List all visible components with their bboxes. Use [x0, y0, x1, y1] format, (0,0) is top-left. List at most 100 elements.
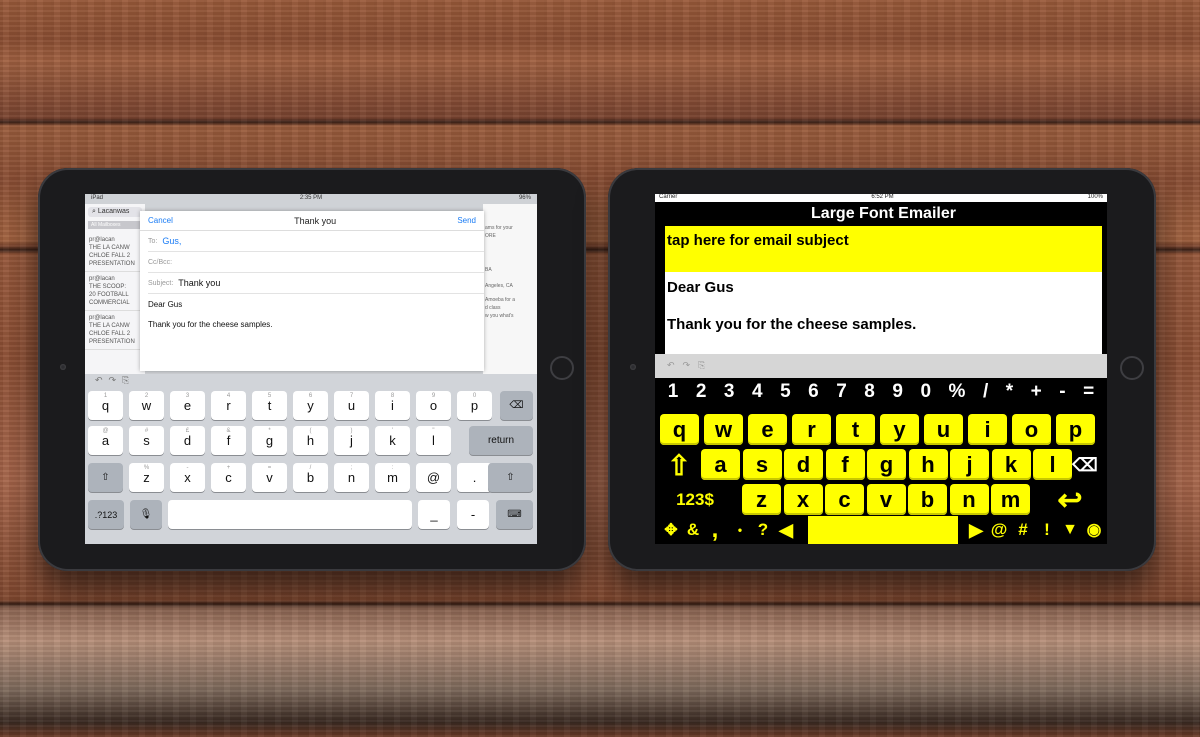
home-button[interactable]: [1120, 356, 1144, 380]
key-k[interactable]: ' k: [375, 426, 410, 455]
space-bar[interactable]: [168, 500, 412, 529]
number-key[interactable]: +: [1031, 381, 1042, 403]
key-u[interactable]: u: [924, 414, 963, 445]
key-a[interactable]: @ a: [88, 426, 123, 455]
key-f[interactable]: f: [825, 449, 865, 480]
key-p[interactable]: p: [1056, 414, 1095, 445]
key-c[interactable]: c: [825, 484, 864, 515]
key-k[interactable]: k: [991, 449, 1031, 480]
number-key[interactable]: 8: [864, 381, 875, 403]
subject-field[interactable]: tap here for email subject: [665, 226, 1102, 272]
key-s[interactable]: # s: [129, 426, 164, 455]
number-key[interactable]: 3: [724, 381, 735, 403]
to-field[interactable]: To: Gus,: [148, 231, 484, 252]
number-key[interactable]: *: [1006, 381, 1013, 403]
key-o[interactable]: 9o: [416, 391, 451, 420]
key-c[interactable]: + c: [211, 463, 246, 492]
delete-key[interactable]: ⌫: [500, 391, 533, 420]
key-y[interactable]: 6y: [293, 391, 328, 420]
to-recipient[interactable]: Gus,: [162, 236, 181, 246]
cursor-left-icon[interactable]: ◀: [775, 516, 797, 544]
redo-icon[interactable]: ↷: [683, 360, 691, 372]
key-e[interactable]: e: [748, 414, 787, 445]
key-b[interactable]: / b: [293, 463, 328, 492]
period-key[interactable]: •: [730, 516, 750, 544]
settings-dial-icon[interactable]: ◉: [1083, 516, 1105, 544]
paste-icon[interactable]: ⎘: [698, 360, 705, 372]
backspace-icon[interactable]: ⌫: [1067, 449, 1103, 481]
number-key[interactable]: 7: [836, 381, 847, 403]
at-key[interactable]: @: [988, 516, 1010, 544]
number-key[interactable]: 0: [920, 381, 931, 403]
numbers-key[interactable]: .?123: [88, 500, 124, 529]
key-i[interactable]: i: [968, 414, 1007, 445]
number-key[interactable]: 9: [892, 381, 903, 403]
key-o[interactable]: o: [1012, 414, 1051, 445]
key-at[interactable]: @: [416, 463, 451, 492]
key-r[interactable]: 4r: [211, 391, 246, 420]
ampersand-key[interactable]: &: [683, 516, 703, 544]
key-m[interactable]: m: [991, 484, 1030, 515]
all-mailboxes-tab[interactable]: All Mailboxes: [88, 221, 142, 229]
number-key[interactable]: -: [1059, 381, 1065, 403]
number-key[interactable]: 6: [808, 381, 819, 403]
number-key[interactable]: /: [983, 381, 988, 403]
hide-keyboard-key[interactable]: ⌨: [496, 500, 533, 529]
shift-left-key[interactable]: ⇧: [88, 463, 123, 492]
key-e[interactable]: 3e: [170, 391, 205, 420]
exclamation-key[interactable]: !: [1037, 516, 1057, 544]
key-a[interactable]: a: [701, 449, 740, 480]
key-z[interactable]: % z: [129, 463, 164, 492]
undo-icon[interactable]: ↶: [95, 375, 103, 387]
key-period[interactable]: .: [457, 463, 492, 492]
return-arrow-icon[interactable]: ↩: [1045, 484, 1095, 517]
key-t[interactable]: t: [836, 414, 875, 445]
key-h[interactable]: (h: [293, 426, 328, 455]
number-key[interactable]: 5: [780, 381, 791, 403]
key-l[interactable]: " l: [416, 426, 451, 455]
key-s[interactable]: s: [742, 449, 782, 480]
key-z[interactable]: z: [742, 484, 781, 515]
space-bar[interactable]: [808, 516, 958, 544]
redo-icon[interactable]: ↷: [109, 375, 117, 387]
message-body[interactable]: Dear Gus Thank you for the cheese sample…: [665, 272, 1102, 354]
key-d[interactable]: £ d: [170, 426, 205, 455]
cancel-button[interactable]: Cancel: [148, 216, 173, 225]
number-key[interactable]: 1: [668, 381, 679, 403]
list-item[interactable]: pr@lacan THE LA CANW CHLOE FALL 2 PRESEN…: [85, 233, 145, 272]
key-u[interactable]: 7u: [334, 391, 369, 420]
cc-bcc-field[interactable]: Cc/Bcc:: [148, 252, 484, 273]
key-n[interactable]: ; n: [334, 463, 369, 492]
key-h[interactable]: h: [908, 449, 948, 480]
shift-arrow-icon[interactable]: ⇧: [663, 449, 695, 481]
list-item[interactable]: pr@lacan THE LA CANW CHLOE FALL 2 PRESEN…: [85, 311, 145, 350]
key-t[interactable]: 5t: [252, 391, 287, 420]
key-g[interactable]: * g: [252, 426, 287, 455]
number-key[interactable]: 2: [696, 381, 707, 403]
key-x[interactable]: x: [783, 484, 823, 515]
key-j[interactable]: ) j: [334, 426, 369, 455]
key-p[interactable]: 0p: [457, 391, 492, 420]
key-v[interactable]: v: [866, 484, 906, 515]
move-cursor-icon[interactable]: ✥: [661, 516, 681, 544]
key-f[interactable]: & f: [211, 426, 246, 455]
hash-key[interactable]: #: [1012, 516, 1034, 544]
key-v[interactable]: = v: [252, 463, 287, 492]
number-key[interactable]: 4: [752, 381, 763, 403]
undo-icon[interactable]: ↶: [667, 360, 675, 372]
key-q[interactable]: 1q: [88, 391, 123, 420]
key-d[interactable]: d: [784, 449, 823, 480]
number-key[interactable]: %: [949, 381, 966, 403]
search-field[interactable]: ⌕ Lacanwas: [88, 207, 142, 217]
hide-keyboard-icon[interactable]: ▼: [1059, 516, 1081, 544]
key-j[interactable]: j: [950, 449, 989, 480]
key-b[interactable]: b: [908, 484, 947, 515]
comma-key[interactable]: ,: [705, 516, 725, 544]
key-w[interactable]: w: [704, 414, 743, 445]
dictation-key[interactable]: 🎙: [130, 500, 162, 529]
key-m[interactable]: :m: [375, 463, 410, 492]
key-w[interactable]: 2w: [129, 391, 164, 420]
key-r[interactable]: r: [792, 414, 831, 445]
key-i[interactable]: 8i: [375, 391, 410, 420]
underscore-key[interactable]: _: [418, 500, 450, 529]
